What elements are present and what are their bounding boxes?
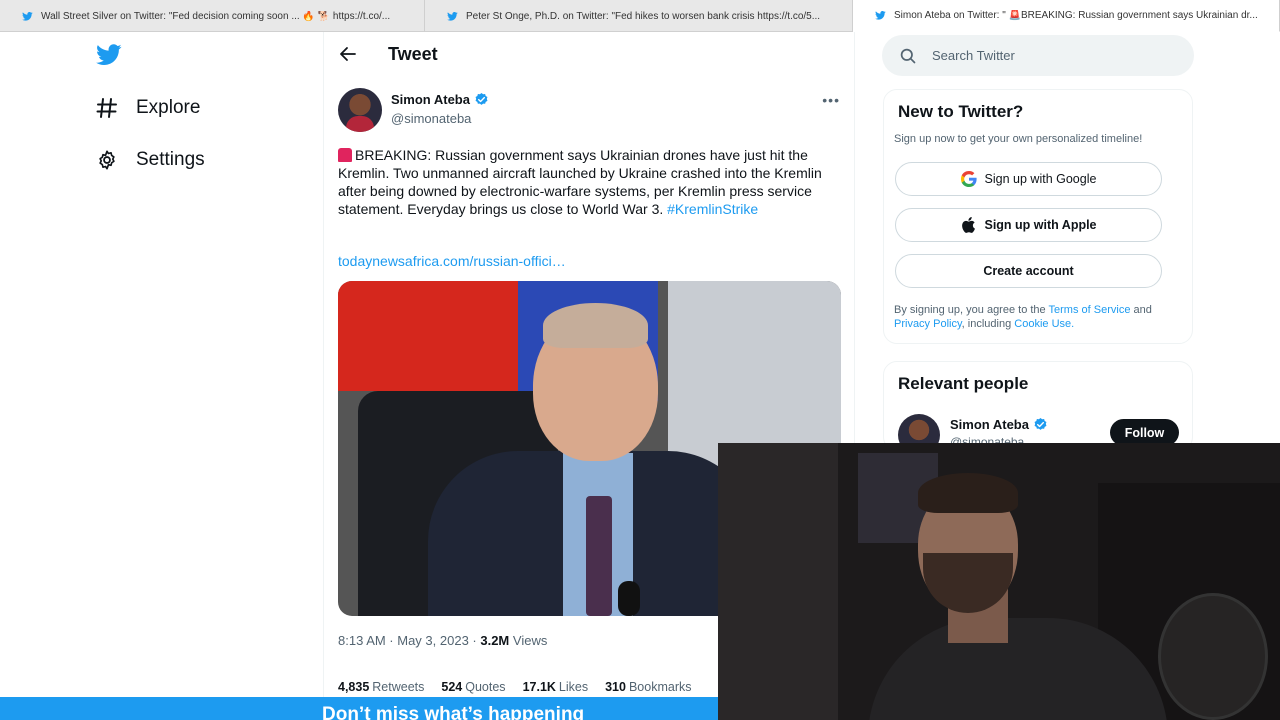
create-account-button[interactable]: Create account xyxy=(895,254,1162,288)
button-label: Sign up with Google xyxy=(984,172,1097,186)
tweet-url-link[interactable]: todaynewsafrica.com/russian-offici… xyxy=(338,253,566,269)
person-name-row[interactable]: Simon Ateba xyxy=(950,417,1048,432)
banner-text: Don’t miss what’s happening xyxy=(322,704,585,720)
page-title: Tweet xyxy=(388,44,438,64)
bookmarks-stat[interactable]: 310 Bookmarks xyxy=(605,680,691,694)
tweet-text: BREAKING: Russian government says Ukrain… xyxy=(338,146,838,218)
twitter-logo-icon[interactable] xyxy=(96,44,122,66)
search-placeholder: Search Twitter xyxy=(932,48,1015,63)
nav-label: Explore xyxy=(136,97,201,118)
author-name: Simon Ateba xyxy=(391,92,470,107)
verified-badge-icon xyxy=(1034,417,1047,430)
views-label: Views xyxy=(512,633,548,648)
author-avatar[interactable] xyxy=(338,88,382,132)
card-title: Relevant people xyxy=(898,374,1029,393)
search-input[interactable]: Search Twitter xyxy=(882,35,1194,76)
nav-label: Settings xyxy=(136,149,205,170)
browser-tab[interactable]: Wall Street Silver on Twitter: "Fed deci… xyxy=(0,0,425,32)
signup-apple-button[interactable]: Sign up with Apple xyxy=(895,208,1162,242)
nav-item-settings[interactable]: Settings xyxy=(94,147,205,173)
follow-button[interactable]: Follow xyxy=(1110,419,1179,446)
webcam-overlay xyxy=(718,443,1280,720)
retweets-stat[interactable]: 4,835 Retweets xyxy=(338,680,424,694)
button-label: Create account xyxy=(983,264,1074,278)
signup-google-button[interactable]: Sign up with Google xyxy=(895,162,1162,196)
browser-tab-active[interactable]: Simon Ateba on Twitter: " 🚨BREAKING: Rus… xyxy=(853,0,1280,32)
twitter-bird-icon xyxy=(875,11,886,20)
tab-title: Wall Street Silver on Twitter: "Fed deci… xyxy=(41,10,391,22)
tweet-time[interactable]: 8:13 AM · May 3, 2023 · xyxy=(338,633,477,648)
left-sidebar: Explore Settings xyxy=(0,32,323,720)
engagement-stats: 4,835 Retweets 524 Quotes 17.1K Likes 310 Bo… xyxy=(338,680,692,694)
browser-tab[interactable]: Peter St Onge, Ph.D. on Twitter: "Fed hi… xyxy=(425,0,853,32)
search-icon xyxy=(900,48,916,63)
hashtag-link[interactable]: #KremlinStrike xyxy=(667,201,758,217)
google-icon xyxy=(960,171,977,187)
views-count: 3.2M xyxy=(480,633,510,648)
browser-tab-strip: Wall Street Silver on Twitter: "Fed deci… xyxy=(0,0,1280,32)
nav-item-explore[interactable]: Explore xyxy=(94,95,200,121)
terms-link[interactable]: Terms of Service xyxy=(1049,304,1131,316)
gear-icon xyxy=(94,147,120,173)
cookie-link[interactable]: Cookie Use. xyxy=(1014,318,1074,330)
privacy-link[interactable]: Privacy Policy xyxy=(894,318,962,330)
quotes-stat[interactable]: 524 Quotes xyxy=(441,680,505,694)
siren-emoji-icon xyxy=(338,148,352,162)
card-title: New to Twitter? xyxy=(898,102,1024,121)
author-name-row[interactable]: Simon Ateba xyxy=(391,92,489,107)
tweet-header: Tweet xyxy=(324,32,856,78)
twitter-bird-icon xyxy=(447,11,458,21)
author-handle[interactable]: @simonateba xyxy=(391,111,471,126)
button-label: Sign up with Apple xyxy=(984,218,1097,232)
relevant-people-card: Relevant people Simon Ateba @simonateba … xyxy=(883,361,1193,456)
tab-title: Simon Ateba on Twitter: " 🚨BREAKING: Rus… xyxy=(894,10,1258,21)
legal-notice: By signing up, you agree to the Terms of… xyxy=(894,304,1152,330)
apple-icon xyxy=(962,217,976,233)
verified-badge-icon xyxy=(475,92,488,105)
likes-stat[interactable]: 17.1K Likes xyxy=(523,680,589,694)
hashtag-icon xyxy=(94,95,120,121)
tab-title: Peter St Onge, Ph.D. on Twitter: "Fed hi… xyxy=(466,10,821,22)
tweet-timestamp-row: 8:13 AM · May 3, 2023 · 3.2M Views xyxy=(338,633,547,648)
new-to-twitter-card: New to Twitter? Sign up now to get your … xyxy=(883,89,1193,344)
arrow-left-icon[interactable] xyxy=(338,44,358,64)
more-options-icon[interactable]: ••• xyxy=(822,92,840,108)
twitter-bird-icon xyxy=(22,11,33,21)
card-subtitle: Sign up now to get your own personalized… xyxy=(894,133,1143,145)
